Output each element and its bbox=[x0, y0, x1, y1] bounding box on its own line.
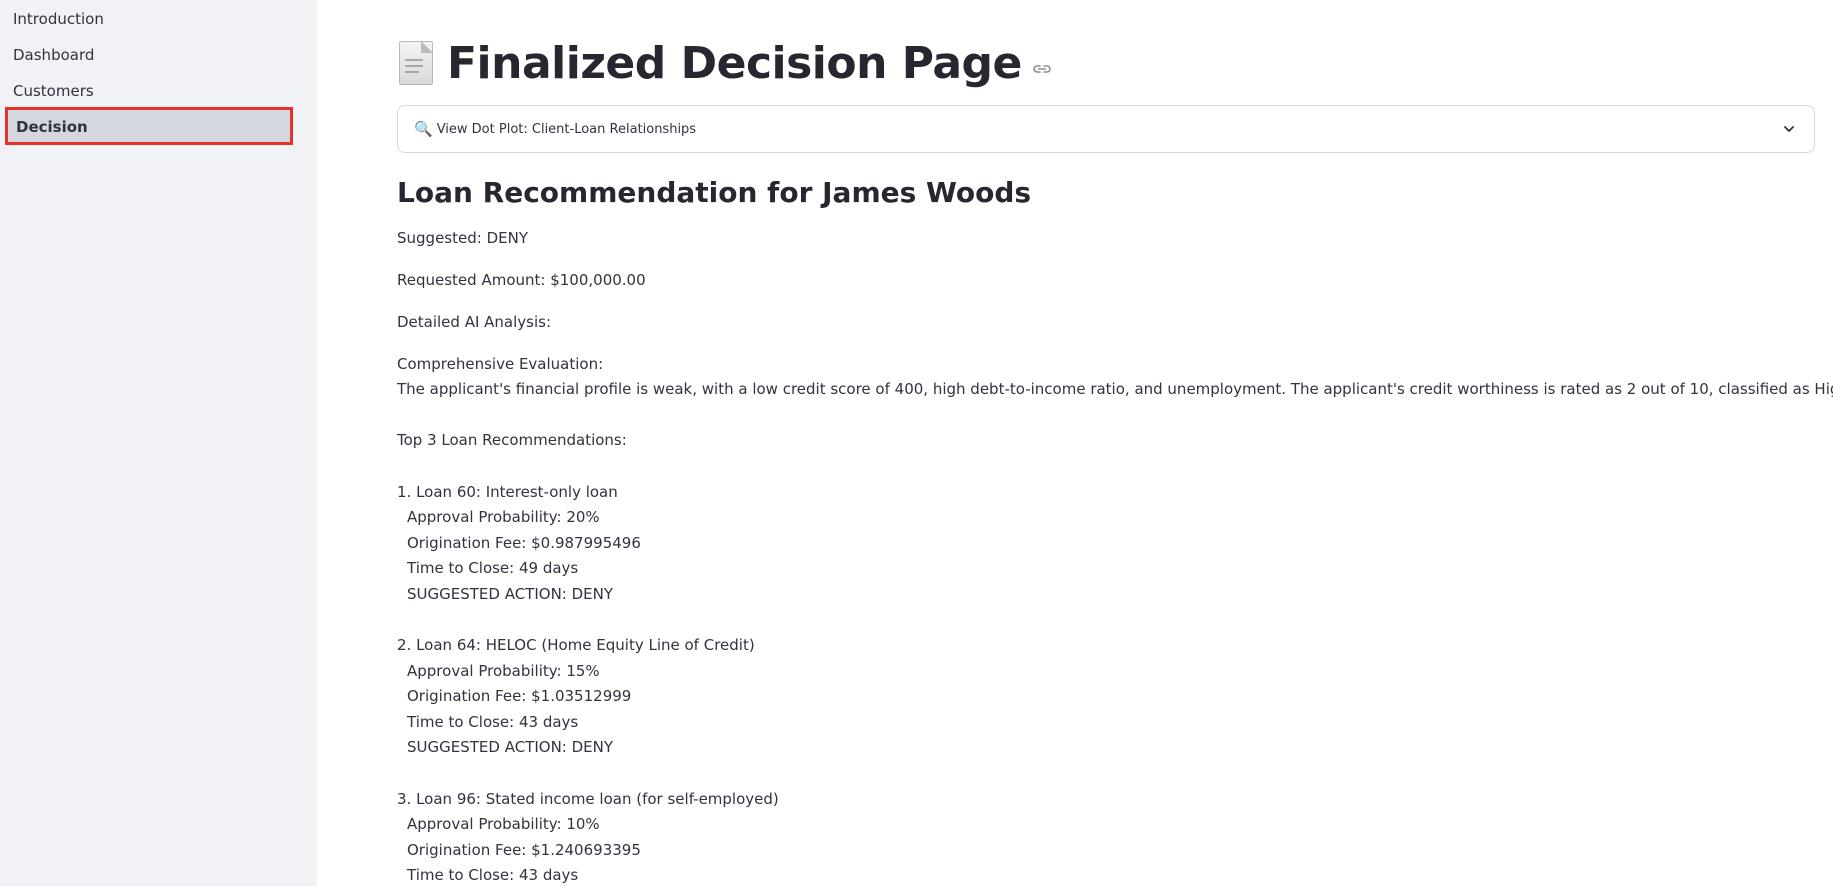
loan-action: SUGGESTED ACTION: DENY bbox=[407, 738, 614, 756]
sidebar-item-dashboard[interactable]: Dashboard bbox=[0, 38, 317, 72]
loan-title: 1. Loan 60: Interest-only loan bbox=[397, 483, 618, 501]
sidebar-item-introduction[interactable]: Introduction bbox=[0, 2, 317, 36]
page-title: Finalized Decision Page bbox=[447, 37, 1022, 89]
title-row: Finalized Decision Page bbox=[397, 30, 1052, 96]
loan-title: 3. Loan 96: Stated income loan (for self… bbox=[397, 790, 779, 808]
loan-approval: Approval Probability: 20% bbox=[407, 508, 600, 526]
requested-amount: Requested Amount: $100,000.00 bbox=[397, 271, 646, 289]
loan-action: SUGGESTED ACTION: DENY bbox=[407, 585, 614, 603]
loan-title: 2. Loan 64: HELOC (Home Equity Line of C… bbox=[397, 636, 755, 654]
page-document-icon bbox=[397, 41, 435, 85]
recommendation-heading: Loan Recommendation for James Woods bbox=[397, 176, 1032, 209]
evaluation-label: Comprehensive Evaluation: bbox=[397, 355, 604, 373]
top-recommendations-label: Top 3 Loan Recommendations: bbox=[397, 431, 627, 449]
loan-approval: Approval Probability: 15% bbox=[407, 662, 600, 680]
sidebar-item-decision[interactable]: Decision bbox=[5, 107, 293, 145]
suggested-decision: Suggested: DENY bbox=[397, 229, 528, 247]
loan-time: Time to Close: 49 days bbox=[407, 559, 579, 577]
dot-plot-expander[interactable]: 🔍 View Dot Plot: Client-Loan Relationshi… bbox=[397, 105, 1815, 153]
chevron-down-icon bbox=[1784, 126, 1794, 132]
magnifier-icon: 🔍 bbox=[414, 120, 433, 138]
evaluation-text: The applicant's financial profile is wea… bbox=[397, 380, 1833, 398]
analysis-label: Detailed AI Analysis: bbox=[397, 313, 552, 331]
expander-label: View Dot Plot: Client-Loan Relationships bbox=[436, 121, 697, 137]
loan-fee: Origination Fee: $1.03512999 bbox=[407, 687, 632, 705]
anchor-link-icon[interactable] bbox=[1032, 62, 1052, 76]
loan-fee: Origination Fee: $1.240693395 bbox=[407, 841, 641, 859]
sidebar-item-customers[interactable]: Customers bbox=[0, 74, 317, 108]
loan-approval: Approval Probability: 10% bbox=[407, 815, 600, 833]
loan-time: Time to Close: 43 days bbox=[407, 866, 579, 884]
loan-time: Time to Close: 43 days bbox=[407, 713, 579, 731]
loan-fee: Origination Fee: $0.987995496 bbox=[407, 534, 641, 552]
sidebar: Introduction Dashboard Customers Decisio… bbox=[0, 0, 317, 886]
